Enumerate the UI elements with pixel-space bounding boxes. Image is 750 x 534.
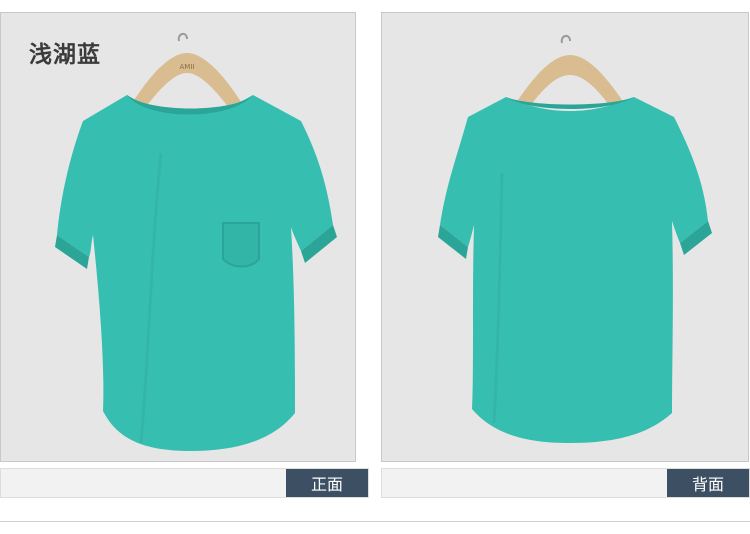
- divider: [0, 521, 750, 522]
- front-caption-strip: 正面: [0, 468, 369, 498]
- hanger-icon: AMII: [131, 33, 243, 108]
- front-view-panel: 浅湖蓝 AMII: [0, 12, 356, 462]
- back-view-panel: [381, 12, 749, 462]
- shirt-body: [57, 95, 333, 451]
- front-shirt-image: AMII: [55, 33, 337, 451]
- hanger-brand-text: AMII: [180, 63, 195, 71]
- back-view-label: 背面: [667, 469, 749, 497]
- back-caption-strip: 背面: [381, 468, 750, 498]
- shirt-body: [440, 97, 708, 443]
- front-view-label: 正面: [286, 469, 368, 497]
- back-shirt-image: [438, 35, 712, 443]
- hanger-icon: [516, 35, 624, 106]
